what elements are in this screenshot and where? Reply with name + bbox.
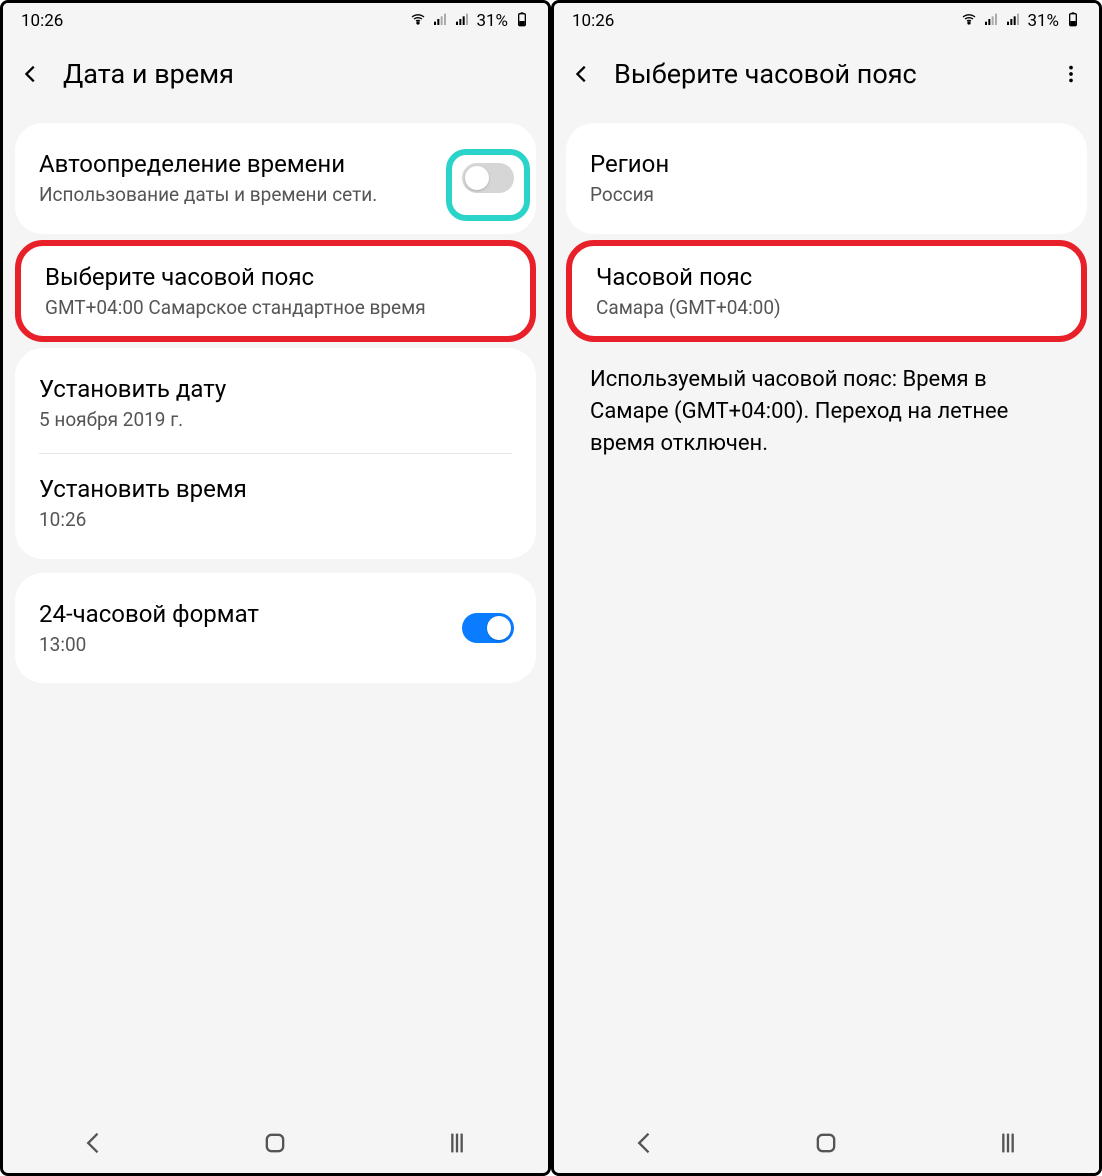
row-title: Установить время <box>39 474 512 504</box>
highlight-red-timezone: Часовой пояс Самара (GMT+04:00) <box>566 240 1087 343</box>
row-subtitle: GMT+04:00 Самарское стандартное время <box>45 296 506 321</box>
row-subtitle: Самара (GMT+04:00) <box>596 296 1057 321</box>
phone-screen-1: 10:26 31% Дата и время Автоопределение в… <box>0 0 551 1176</box>
nav-bar <box>554 1113 1099 1173</box>
row-region[interactable]: Регион Россия <box>566 129 1087 228</box>
nav-recent-button[interactable] <box>994 1129 1022 1157</box>
settings-card-region: Регион Россия <box>566 123 1087 234</box>
settings-card-2: Установить дату 5 ноября 2019 г. Установ… <box>15 348 536 558</box>
row-set-date[interactable]: Установить дату 5 ноября 2019 г. <box>15 354 536 453</box>
content-area: Автоопределение времени Использование да… <box>3 123 548 683</box>
row-24h-format[interactable]: 24-часовой формат 13:00 <box>15 579 536 678</box>
battery-percent: 31% <box>476 11 508 31</box>
content-area: Регион Россия Часовой пояс Самара (GMT+0… <box>554 123 1099 482</box>
header: Выберите часовой пояс <box>554 39 1099 109</box>
wifi-icon <box>961 11 977 32</box>
row-subtitle: 13:00 <box>39 633 436 658</box>
row-subtitle: Использование даты и времени сети. <box>39 183 436 208</box>
row-title: Часовой пояс <box>596 262 1057 292</box>
settings-card-3: 24-часовой формат 13:00 <box>15 573 536 684</box>
status-bar: 10:26 31% <box>554 3 1099 39</box>
page-title: Выберите часовой пояс <box>614 58 1039 90</box>
row-title: Выберите часовой пояс <box>45 262 506 292</box>
header: Дата и время <box>3 39 548 109</box>
highlight-red-timezone: Выберите часовой пояс GMT+04:00 Самарско… <box>15 240 536 343</box>
signal-icon <box>432 11 448 32</box>
phone-screen-2: 10:26 31% Выберите часовой пояс Регион Р… <box>551 0 1102 1176</box>
timezone-info-text: Используемый часовой пояс: Время в Самар… <box>566 342 1087 482</box>
signal-icon-2 <box>454 11 470 32</box>
row-title: Автоопределение времени <box>39 149 436 179</box>
row-title: Регион <box>590 149 1063 179</box>
row-title: Установить дату <box>39 374 512 404</box>
battery-percent: 31% <box>1027 11 1059 31</box>
row-set-time[interactable]: Установить время 10:26 <box>15 454 536 553</box>
status-time: 10:26 <box>572 11 614 31</box>
nav-bar <box>3 1113 548 1173</box>
battery-icon <box>514 11 530 32</box>
back-button[interactable] <box>568 60 596 88</box>
wifi-icon <box>410 11 426 32</box>
battery-icon <box>1065 11 1081 32</box>
status-time: 10:26 <box>21 11 63 31</box>
row-title: 24-часовой формат <box>39 599 436 629</box>
back-button[interactable] <box>17 60 45 88</box>
nav-back-button[interactable] <box>631 1129 659 1157</box>
status-bar: 10:26 31% <box>3 3 548 39</box>
page-title: Дата и время <box>63 58 534 90</box>
toggle-auto-time[interactable] <box>462 163 514 193</box>
nav-home-button[interactable] <box>812 1129 840 1157</box>
settings-card-1: Автоопределение времени Использование да… <box>15 123 536 234</box>
signal-icon-2 <box>1005 11 1021 32</box>
toggle-24h[interactable] <box>462 613 514 643</box>
row-subtitle: 10:26 <box>39 508 512 533</box>
row-timezone[interactable]: Часовой пояс Самара (GMT+04:00) <box>572 246 1081 337</box>
signal-icon <box>983 11 999 32</box>
row-subtitle: Россия <box>590 183 1063 208</box>
row-auto-time[interactable]: Автоопределение времени Использование да… <box>15 129 536 228</box>
more-button[interactable] <box>1057 60 1085 88</box>
row-select-timezone[interactable]: Выберите часовой пояс GMT+04:00 Самарско… <box>21 246 530 337</box>
row-subtitle: 5 ноября 2019 г. <box>39 408 512 433</box>
nav-recent-button[interactable] <box>443 1129 471 1157</box>
nav-back-button[interactable] <box>80 1129 108 1157</box>
nav-home-button[interactable] <box>261 1129 289 1157</box>
